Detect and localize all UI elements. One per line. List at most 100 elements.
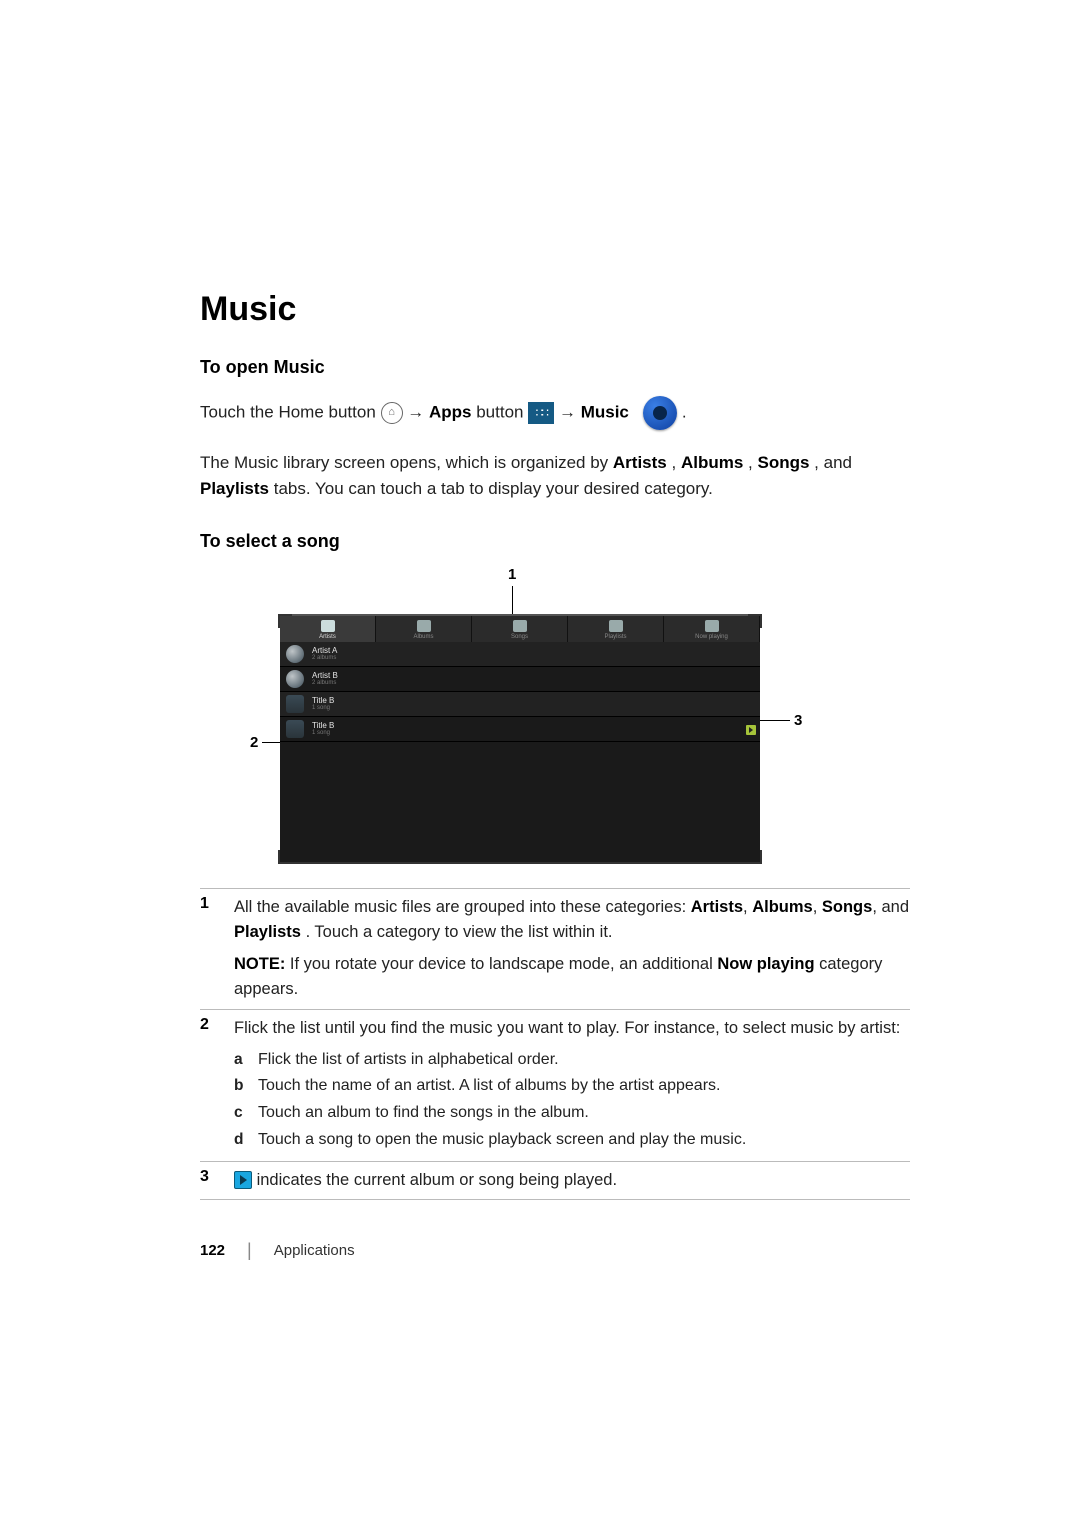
list-item[interactable]: Title B 1 song bbox=[280, 692, 760, 717]
screenshot-music-library: Artists Albums Songs Playlists Now playi… bbox=[280, 614, 760, 864]
document-page: Music To open Music Touch the Home butto… bbox=[0, 0, 1080, 1261]
tab-label: Now playing bbox=[695, 634, 728, 640]
music-app-icon bbox=[643, 396, 677, 430]
text: button bbox=[476, 402, 528, 421]
row-body: All the available music files are groupe… bbox=[234, 895, 910, 1003]
text: Albums bbox=[681, 453, 743, 472]
text: Flick the list of artists in alphabetica… bbox=[258, 1048, 910, 1073]
arrow-icon: → bbox=[559, 402, 581, 421]
text: Artists bbox=[613, 453, 667, 472]
row-number: 3 bbox=[200, 1168, 234, 1194]
page-number: 122 bbox=[200, 1242, 225, 1259]
list-item[interactable]: Artist A 2 albums bbox=[280, 642, 760, 667]
text: Songs bbox=[822, 898, 872, 916]
callout-1: 1 bbox=[508, 566, 516, 583]
list-item-text: Title B 1 song bbox=[312, 721, 334, 736]
callout-2: 2 bbox=[250, 734, 258, 751]
section-heading-open: To open Music bbox=[200, 357, 910, 378]
tab-playlists[interactable]: Playlists bbox=[568, 616, 664, 642]
sublist-letter: c bbox=[234, 1101, 258, 1126]
text: Flick the list until you find the music … bbox=[234, 1019, 900, 1037]
tab-songs[interactable]: Songs bbox=[472, 616, 568, 642]
text: , and bbox=[814, 453, 852, 472]
tab-icon bbox=[609, 620, 623, 632]
page-title: Music bbox=[200, 290, 910, 329]
tab-label: Artists bbox=[319, 634, 336, 640]
list-title: Artist B bbox=[312, 671, 338, 680]
list-item[interactable]: Title B 1 song bbox=[280, 717, 760, 742]
sublist-item: bTouch the name of an artist. A list of … bbox=[234, 1074, 910, 1099]
text: If you rotate your device to landscape m… bbox=[290, 955, 717, 973]
section-heading-select: To select a song bbox=[200, 531, 910, 552]
apps-label: Apps bbox=[429, 402, 472, 421]
avatar bbox=[286, 670, 304, 688]
figure: 1 2 3 Artists Albums Songs Playlists Now… bbox=[254, 570, 804, 864]
sublist-item: dTouch a song to open the music playback… bbox=[234, 1128, 910, 1153]
callout-3: 3 bbox=[794, 712, 802, 729]
text: All the available music files are groupe… bbox=[234, 898, 691, 916]
list-item-text: Title B 1 song bbox=[312, 696, 334, 711]
text: Touch an album to find the songs in the … bbox=[258, 1101, 910, 1126]
text: Playlists bbox=[200, 479, 269, 498]
album-art bbox=[286, 695, 304, 713]
page-footer: 122 | Applications bbox=[200, 1240, 910, 1261]
library-description: The Music library screen opens, which is… bbox=[200, 450, 910, 503]
text: indicates the current album or song bein… bbox=[257, 1171, 617, 1189]
text: , bbox=[743, 898, 752, 916]
text: , bbox=[672, 453, 681, 472]
empty-area bbox=[280, 742, 760, 862]
sublist-item: cTouch an album to find the songs in the… bbox=[234, 1101, 910, 1126]
sublist: aFlick the list of artists in alphabetic… bbox=[234, 1048, 910, 1153]
tab-icon bbox=[417, 620, 431, 632]
avatar bbox=[286, 645, 304, 663]
crop-corner bbox=[278, 850, 292, 864]
text: tabs. You can touch a tab to display you… bbox=[274, 479, 713, 498]
table-row: 2 Flick the list until you find the musi… bbox=[200, 1010, 910, 1162]
crop-corner bbox=[748, 850, 762, 864]
row-number: 2 bbox=[200, 1016, 234, 1155]
tab-nowplaying[interactable]: Now playing bbox=[664, 616, 760, 642]
text: Playlists bbox=[234, 923, 301, 941]
tab-label: Songs bbox=[511, 634, 528, 640]
text: Touch the name of an artist. A list of a… bbox=[258, 1074, 910, 1099]
callout-line bbox=[512, 586, 513, 616]
list-item[interactable]: Artist B 2 albums bbox=[280, 667, 760, 692]
text: Touch a song to open the music playback … bbox=[258, 1128, 910, 1153]
sublist-letter: a bbox=[234, 1048, 258, 1073]
text: Touch the Home button bbox=[200, 402, 381, 421]
music-label: Music bbox=[581, 402, 629, 421]
text: . bbox=[682, 402, 687, 421]
tab-icon bbox=[513, 620, 527, 632]
text: Albums bbox=[752, 898, 813, 916]
tab-albums[interactable]: Albums bbox=[376, 616, 472, 642]
text: , and bbox=[872, 898, 909, 916]
table-row: 1 All the available music files are grou… bbox=[200, 888, 910, 1010]
list-subtitle: 2 albums bbox=[312, 655, 337, 661]
now-playing-icon bbox=[746, 725, 756, 735]
list-title: Artist A bbox=[312, 646, 337, 655]
tab-icon bbox=[705, 620, 719, 632]
footer-section: Applications bbox=[274, 1242, 355, 1259]
open-music-instruction: Touch the Home button ⌂ → Apps button ∷∷… bbox=[200, 396, 910, 430]
text: , bbox=[813, 898, 822, 916]
text: Songs bbox=[757, 453, 809, 472]
list-title: Title B bbox=[312, 721, 334, 730]
list-item-text: Artist B 2 albums bbox=[312, 671, 338, 686]
row-number: 1 bbox=[200, 895, 234, 1003]
crop-corner bbox=[278, 614, 292, 628]
note-label: NOTE: bbox=[234, 955, 290, 973]
tab-icon bbox=[321, 620, 335, 632]
apps-grid-icon: ∷∷ bbox=[528, 402, 554, 424]
sublist-letter: d bbox=[234, 1128, 258, 1153]
play-indicator-icon bbox=[234, 1171, 252, 1189]
tab-artists[interactable]: Artists bbox=[280, 616, 376, 642]
row-body: Flick the list until you find the music … bbox=[234, 1016, 910, 1155]
text: Now playing bbox=[717, 955, 814, 973]
tab-label: Playlists bbox=[604, 634, 626, 640]
tab-bar: Artists Albums Songs Playlists Now playi… bbox=[280, 616, 760, 642]
footer-separator: | bbox=[247, 1240, 252, 1261]
text: . Touch a category to view the list with… bbox=[306, 923, 613, 941]
text bbox=[634, 402, 639, 421]
arrow-icon: → bbox=[407, 402, 429, 421]
tab-label: Albums bbox=[413, 634, 433, 640]
